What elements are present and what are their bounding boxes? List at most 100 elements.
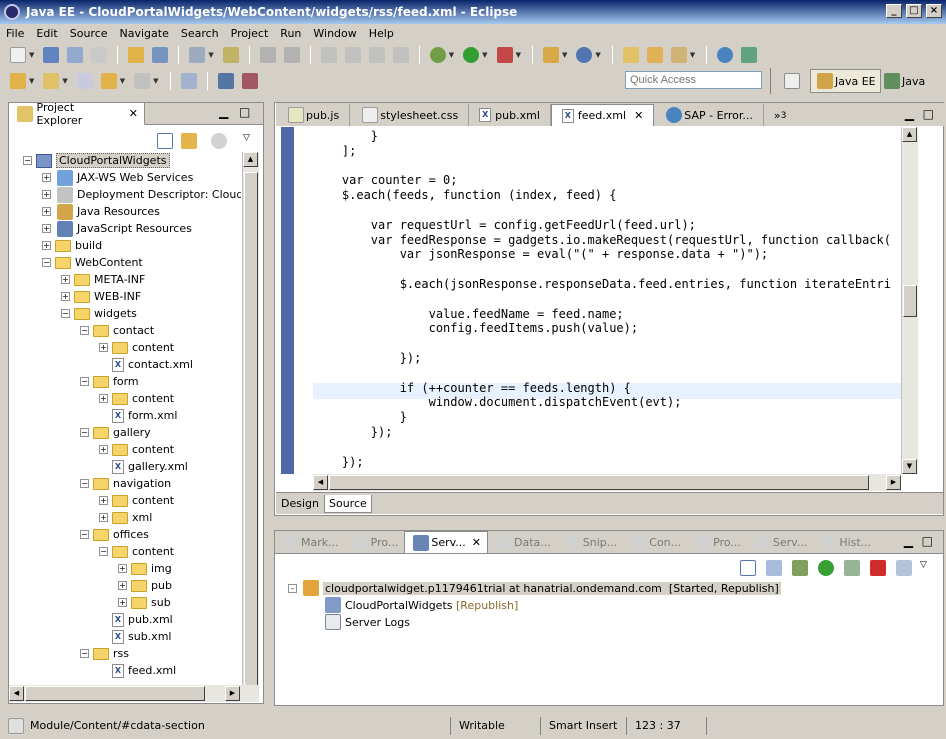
undo-icon[interactable]	[259, 47, 276, 63]
tab-stylesheet-css[interactable]: stylesheet.css	[350, 104, 470, 126]
minimize-editor-icon[interactable]: ▁	[905, 107, 914, 121]
editor-tabs-overflow[interactable]: » 3	[764, 104, 797, 126]
new-server-icon[interactable]	[542, 47, 559, 63]
tree-item[interactable]: − content	[99, 543, 174, 560]
disconnect-icon[interactable]	[392, 47, 409, 63]
tree-item[interactable]: + img	[118, 560, 172, 577]
tree-item[interactable]: + xml	[99, 509, 152, 526]
run-icon[interactable]	[463, 47, 480, 63]
new-server-icon[interactable]	[766, 560, 782, 576]
globe-icon[interactable]	[717, 47, 734, 63]
expand-icon[interactable]: +	[42, 241, 51, 250]
new-icon[interactable]	[10, 47, 26, 63]
start-icon[interactable]	[818, 560, 834, 576]
expand-icon[interactable]: +	[118, 564, 127, 573]
open-perspective-icon[interactable]	[784, 73, 800, 89]
editor-vertical-scrollbar[interactable]: ▲ ▼	[901, 127, 918, 474]
save-all-icon[interactable]	[67, 47, 84, 63]
perspective-java[interactable]: Java	[878, 69, 929, 93]
close-icon[interactable]: ✕	[634, 109, 643, 122]
suspend-icon[interactable]	[344, 47, 361, 63]
open-task-icon[interactable]	[152, 47, 169, 63]
server-logs-row[interactable]: Server Logs	[323, 614, 410, 630]
close-button[interactable]: ×	[926, 4, 942, 18]
collapse-all-icon[interactable]	[740, 560, 756, 576]
new-class-icon[interactable]	[576, 47, 593, 63]
debug-icon[interactable]	[792, 560, 808, 576]
minimize-button[interactable]: _	[886, 4, 902, 18]
build-icon[interactable]	[217, 73, 234, 89]
expand-icon[interactable]: +	[42, 173, 51, 182]
tab-snippets[interactable]: Snip...	[557, 531, 623, 553]
tree-item[interactable]: + content	[99, 339, 174, 356]
tree-item[interactable]: + content	[99, 492, 174, 509]
minimize-view-icon[interactable]: ▁	[219, 105, 228, 119]
tree-item[interactable]: − navigation	[80, 475, 171, 492]
maximize-editor-icon[interactable]: □	[923, 107, 934, 121]
collapse-icon[interactable]: −	[61, 309, 70, 318]
expand-icon[interactable]: +	[42, 224, 51, 233]
expand-icon[interactable]: +	[42, 207, 51, 216]
last-edit-icon[interactable]	[76, 73, 93, 89]
redo-icon[interactable]	[283, 47, 300, 63]
tab-properties[interactable]: Pro...	[345, 531, 405, 553]
tab-servers[interactable]: Serv... ✕	[404, 531, 489, 553]
tab-servers-2[interactable]: Serv...	[747, 531, 813, 553]
expand-icon[interactable]: +	[42, 190, 51, 199]
toggle-comment-icon[interactable]	[189, 47, 206, 63]
tree-item[interactable]: Xcontact.xml	[99, 356, 193, 373]
back-icon[interactable]	[100, 73, 117, 89]
pin-icon[interactable]	[180, 73, 197, 89]
tab-pub-xml[interactable]: Xpub.xml	[469, 104, 551, 126]
format-icon[interactable]	[222, 47, 239, 63]
tree-item[interactable]: + content	[99, 390, 174, 407]
expand-icon[interactable]: +	[99, 394, 108, 403]
minimize-view-icon[interactable]: ▁	[904, 534, 913, 548]
maximize-view-icon[interactable]: □	[239, 105, 250, 119]
menu-search[interactable]: Search	[181, 27, 219, 40]
tree-item[interactable]: Xgallery.xml	[99, 458, 188, 475]
open-project-icon[interactable]	[646, 47, 663, 63]
collapse-icon[interactable]: −	[80, 530, 89, 539]
expand-icon[interactable]: +	[99, 343, 108, 352]
tree-item[interactable]: + META-INF	[61, 271, 145, 288]
previous-annotation-icon[interactable]	[43, 73, 60, 89]
stop-icon[interactable]	[870, 560, 886, 576]
tree-item[interactable]: − gallery	[80, 424, 151, 441]
code-editor[interactable]: } ]; var counter = 0; $.each(feeds, func…	[313, 129, 891, 469]
editor-scroll-thumb[interactable]	[903, 285, 917, 317]
tree-item[interactable]: + Deployment Descriptor: CloudPort	[42, 186, 241, 203]
resume-icon[interactable]	[320, 47, 337, 63]
collapse-icon[interactable]: −	[42, 258, 51, 267]
tree-item[interactable]: − contact	[80, 322, 154, 339]
close-icon[interactable]: ✕	[472, 536, 481, 549]
tree-item[interactable]: + Java Resources	[42, 203, 160, 220]
collapse-icon[interactable]: −	[80, 326, 89, 335]
tab-data-source[interactable]: Data...	[488, 531, 557, 553]
tree-item[interactable]: Xform.xml	[99, 407, 177, 424]
tree-item[interactable]: − offices	[80, 526, 149, 543]
tree-item[interactable]: − CloudPortalWidgets	[23, 152, 170, 169]
tree-item[interactable]: − WebContent	[42, 254, 143, 271]
tree-item[interactable]: Xpub.xml	[99, 611, 173, 628]
collapse-icon[interactable]: −	[23, 156, 32, 165]
tab-sap-error[interactable]: SAP - Error...	[654, 104, 764, 126]
tab-design[interactable]: Design	[276, 497, 324, 510]
tab-progress[interactable]: Pro...	[687, 531, 747, 553]
tree-scroll-thumb[interactable]	[244, 172, 258, 692]
view-menu-icon[interactable]: ▽	[243, 133, 250, 143]
menu-window[interactable]: Window	[313, 27, 356, 40]
external-tools-icon[interactable]	[496, 47, 513, 63]
tree-item[interactable]: Xsub.xml	[99, 628, 171, 645]
tree-item[interactable]: − widgets	[61, 305, 137, 322]
collapse-all-icon[interactable]	[157, 133, 173, 149]
collapse-icon[interactable]: -	[288, 583, 297, 593]
tree-item[interactable]: + content	[99, 441, 174, 458]
expand-icon[interactable]: +	[99, 513, 108, 522]
deploy-icon[interactable]	[741, 47, 758, 63]
perspective-java-ee[interactable]: Java EE	[810, 69, 881, 93]
tree-item[interactable]: + JAX-WS Web Services	[42, 169, 193, 186]
collapse-icon[interactable]: −	[80, 479, 89, 488]
debug-icon[interactable]	[429, 47, 446, 63]
save-icon[interactable]	[43, 47, 60, 63]
